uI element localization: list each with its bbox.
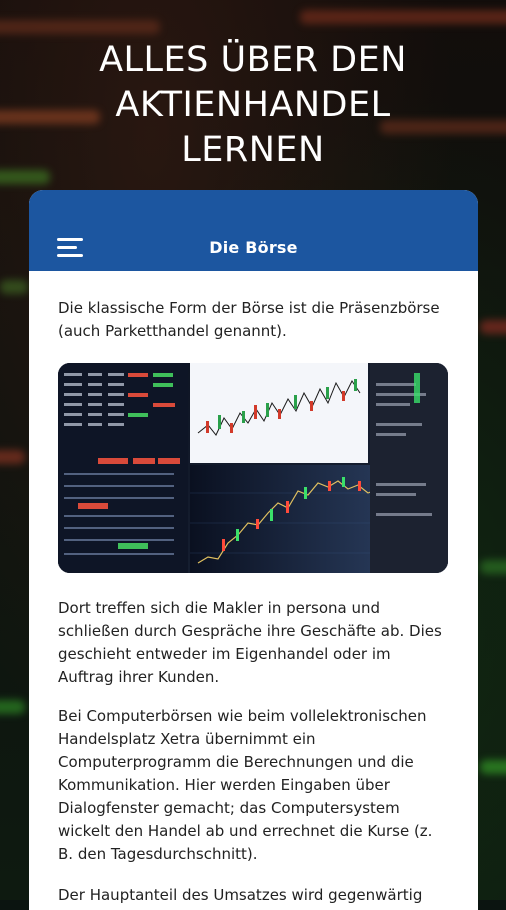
article-paragraph: Der Hauptanteil des Umsatzes wird gegenw… <box>58 886 423 904</box>
page-title: Die Börse <box>209 238 298 257</box>
phone-screen: Die Börse Die klassische Form der Börse … <box>29 190 478 910</box>
headline-line-3: LERNEN <box>181 130 325 170</box>
article-content: Die klassische Form der Börse ist die Pr… <box>29 271 478 907</box>
article-paragraph: Dort treffen sich die Makler in persona … <box>58 599 442 686</box>
headline-line-2: AKTIENHANDEL <box>115 85 391 125</box>
intro-paragraph: Die klassische Form der Börse ist die Pr… <box>58 299 440 340</box>
promo-headline: ALLES ÜBER DEN AKTIENHANDEL LERNEN <box>0 38 506 173</box>
app-bar: Die Börse <box>29 190 478 271</box>
trading-screens-photo <box>58 363 448 573</box>
article-paragraph: Bei Computerbörsen wie beim vollelektron… <box>58 707 433 863</box>
headline-line-1: ALLES ÜBER DEN <box>99 40 407 80</box>
